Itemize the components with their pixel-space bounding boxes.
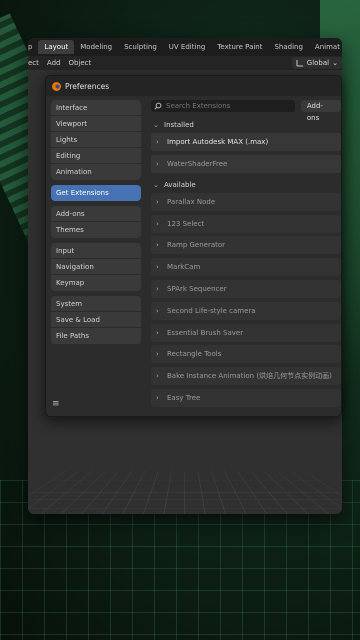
hamburger-menu-icon[interactable]: ≡ xyxy=(52,400,61,409)
installed-extension-item[interactable]: › Import Autodesk MAX (.max) xyxy=(151,133,341,151)
nav-item-navigation[interactable]: Navigation xyxy=(51,259,141,275)
installed-label: Installed xyxy=(164,121,194,129)
chevron-right-icon: › xyxy=(156,284,159,293)
available-extension-item[interactable]: › Second Life-style camera xyxy=(151,301,341,320)
extension-name: Easy Tree xyxy=(167,393,201,402)
nav-item-editing[interactable]: Editing xyxy=(51,148,141,164)
nav-group-addons: Add-ons Themes xyxy=(51,206,141,238)
available-extension-item[interactable]: › SPArk Sequencer xyxy=(151,279,341,298)
chevron-down-icon: ⌄ xyxy=(332,59,338,67)
available-extension-item[interactable]: › 123 Select xyxy=(151,214,341,233)
nav-item-viewport[interactable]: Viewport xyxy=(51,116,141,132)
tab-uv-editing[interactable]: UV Editing xyxy=(163,40,212,54)
extension-name: Parallax Node xyxy=(167,197,216,206)
available-section-header[interactable]: ⌄ Available xyxy=(151,177,341,193)
search-row: Search Extensions Add-ons xyxy=(151,99,341,122)
nav-item-file-paths[interactable]: File Paths xyxy=(51,328,141,344)
extension-name: MarkCam xyxy=(167,263,201,272)
orientation-icon xyxy=(296,60,303,67)
nav-item-animation[interactable]: Animation xyxy=(51,164,141,180)
addons-filter-dropdown[interactable]: Add-ons xyxy=(300,100,341,122)
extension-name: Rectangle Tools xyxy=(167,350,222,359)
nav-item-keymap[interactable]: Keymap xyxy=(51,275,141,291)
available-extension-item[interactable]: › Parallax Node xyxy=(151,192,341,211)
search-icon xyxy=(154,102,162,110)
nav-item-save-load[interactable]: Save & Load xyxy=(51,312,141,328)
chevron-right-icon: › xyxy=(156,197,159,206)
nav-item-lights[interactable]: Lights xyxy=(51,132,141,148)
viewport-grid-floor xyxy=(28,470,342,514)
nav-item-get-extensions[interactable]: Get Extensions xyxy=(51,185,141,201)
available-extension-item[interactable]: › Essential Brush Saver xyxy=(151,323,341,342)
preferences-sidebar: Interface Viewport Lights Editing Animat… xyxy=(51,100,141,349)
tab-shading[interactable]: Shading xyxy=(268,40,308,54)
chevron-right-icon: › xyxy=(156,393,159,402)
nav-item-input[interactable]: Input xyxy=(51,243,141,259)
extension-name: Essential Brush Saver xyxy=(167,328,244,337)
extension-name: Ramp Generator xyxy=(167,241,226,250)
chevron-right-icon: › xyxy=(156,306,159,315)
available-label: Available xyxy=(164,180,196,189)
nav-group-ui: Interface Viewport Lights Editing Animat… xyxy=(51,100,141,180)
installed-extension-item[interactable]: › WaterShaderFree xyxy=(151,154,341,173)
chevron-down-icon: ⌄ xyxy=(153,121,159,129)
nav-group-input: Input Navigation Keymap xyxy=(51,243,141,291)
chevron-down-icon: ⌄ xyxy=(153,180,159,189)
chevron-right-icon: › xyxy=(156,241,159,250)
menu-object[interactable]: Object xyxy=(64,59,95,67)
extension-name: SPArk Sequencer xyxy=(167,284,227,293)
chevron-right-icon: › xyxy=(156,350,159,359)
available-extension-item[interactable]: › Bake Instance Animation (烘焙几何节点实例动画) xyxy=(151,367,341,386)
tab-animation[interactable]: Animat xyxy=(309,40,342,54)
chevron-right-icon: › xyxy=(156,372,159,381)
chevron-right-icon: › xyxy=(156,263,159,272)
preferences-title: Preferences xyxy=(65,81,110,91)
workspace-tabbar: p Layout Modeling Sculpting UV Editing T… xyxy=(28,38,342,56)
transform-orientation-dropdown[interactable]: Global ⌄ xyxy=(291,57,342,69)
nav-group-system: System Save & Load File Paths xyxy=(51,296,141,344)
workspace-tab-stub[interactable]: p xyxy=(28,43,38,51)
available-extension-item[interactable]: › MarkCam xyxy=(151,258,341,277)
nav-item-interface[interactable]: Interface xyxy=(51,100,141,116)
chevron-right-icon: › xyxy=(156,219,159,228)
extension-name: Bake Instance Animation (烘焙几何节点实例动画) xyxy=(167,372,332,381)
available-extension-item[interactable]: › Ramp Generator xyxy=(151,236,341,255)
chevron-right-icon: › xyxy=(156,138,159,146)
transform-orientation-label: Global xyxy=(306,59,330,67)
nav-item-add-ons[interactable]: Add-ons xyxy=(51,206,141,222)
extensions-panel: Search Extensions Add-ons ⌄ Installed › … xyxy=(151,99,341,411)
chevron-right-icon: › xyxy=(156,328,159,337)
extension-name: WaterShaderFree xyxy=(167,159,228,168)
blender-logo-icon xyxy=(52,81,61,91)
extension-name: Import Autodesk MAX (.max) xyxy=(167,138,269,146)
available-extension-item[interactable]: › Easy Tree xyxy=(151,388,341,407)
nav-group-extensions: Get Extensions xyxy=(51,185,141,201)
menu-add[interactable]: Add xyxy=(43,59,65,67)
menu-select[interactable]: ect xyxy=(28,59,43,67)
tab-layout[interactable]: Layout xyxy=(38,40,75,54)
tab-sculpting[interactable]: Sculpting xyxy=(118,40,163,54)
search-extensions-input[interactable]: Search Extensions xyxy=(151,100,295,112)
available-extension-item[interactable]: › Rectangle Tools xyxy=(151,345,341,364)
extension-name: 123 Select xyxy=(167,219,205,228)
tab-texture-paint[interactable]: Texture Paint xyxy=(211,40,268,54)
nav-item-themes[interactable]: Themes xyxy=(51,222,141,238)
chevron-right-icon: › xyxy=(156,159,159,168)
preferences-window: Preferences Interface Viewport Lights Ed… xyxy=(45,75,342,417)
preferences-header: Preferences xyxy=(46,76,341,96)
search-placeholder: Search Extensions xyxy=(166,102,231,110)
tab-modeling[interactable]: Modeling xyxy=(74,40,118,54)
extension-name: Second Life-style camera xyxy=(167,306,256,315)
nav-item-system[interactable]: System xyxy=(51,296,141,312)
viewport-menubar: ect Add Object Global ⌄ xyxy=(28,56,342,70)
